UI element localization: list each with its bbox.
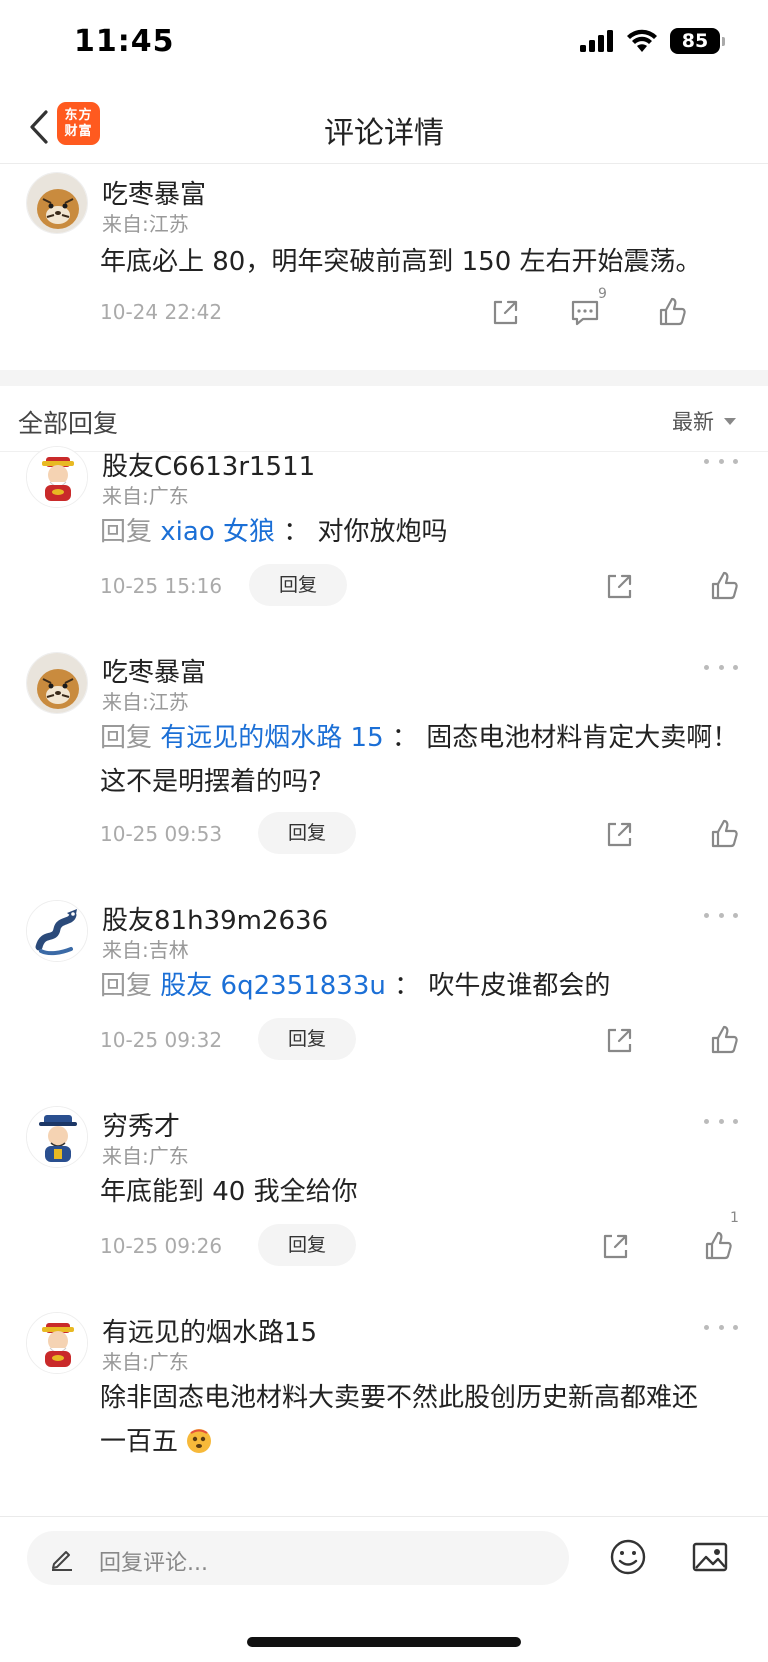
signal-icon: [580, 30, 613, 52]
avatar[interactable]: [26, 446, 88, 508]
reply-target-link[interactable]: xiao 女狼: [160, 517, 275, 547]
like-icon[interactable]: [706, 816, 742, 852]
share-icon[interactable]: [602, 568, 638, 604]
battery-indicator: 85: [670, 28, 725, 54]
like-icon[interactable]: [700, 1228, 736, 1264]
dizzy-face-emoji-icon: [187, 1429, 212, 1453]
share-icon[interactable]: [598, 1228, 634, 1264]
page-title: 评论详情: [324, 116, 444, 151]
dragon-avatar-icon: [27, 901, 87, 961]
status-icons: 85: [580, 28, 725, 54]
reply-item: 股友C6613r1511 来自:广东 回复 xiao 女狼 ： 对你放炮吗 10…: [0, 446, 768, 642]
more-icon[interactable]: [704, 910, 738, 920]
reply-separator: ：: [283, 517, 310, 547]
location: 来自:广东: [102, 1350, 189, 1374]
pencil-icon: [52, 1551, 72, 1571]
like-icon[interactable]: [706, 1022, 742, 1058]
username[interactable]: 穷秀才: [102, 1106, 180, 1143]
reply-item: 股友81h39m2636 来自:吉林 回复 股友 6q2351833u ： 吹牛…: [0, 900, 768, 1096]
wifi-icon: [627, 29, 657, 52]
emoji-icon[interactable]: [608, 1537, 648, 1577]
reply-button[interactable]: 回复: [258, 1018, 356, 1060]
more-icon[interactable]: [704, 456, 738, 466]
reply-button[interactable]: 回复: [258, 812, 356, 854]
reply-text: 对你放炮吗: [317, 517, 448, 547]
sort-label: 最新: [672, 410, 714, 434]
reply-content: 回复 股友 6q2351833u ： 吹牛皮谁都会的: [100, 964, 740, 1008]
location: 来自:江苏: [102, 690, 189, 714]
reply-prefix: 回复: [100, 517, 153, 547]
share-icon[interactable]: [602, 1022, 638, 1058]
caret-down-icon: [724, 417, 736, 425]
like-count: 1: [730, 1210, 739, 1226]
reply-content-line2: 一百五: [100, 1420, 740, 1464]
timestamp: 10-25 09:26: [100, 1234, 223, 1258]
username[interactable]: 吃枣暴富: [102, 652, 206, 689]
username[interactable]: 股友81h39m2636: [102, 900, 328, 937]
section-divider: [0, 370, 768, 386]
reply-target-link[interactable]: 股友 6q2351833u: [160, 971, 386, 1001]
reply-item: 穷秀才 来自:广东 年底能到 40 我全给你 10-25 09:26 回复 1: [0, 1106, 768, 1302]
like-icon[interactable]: [706, 568, 742, 604]
timestamp: 10-25 09:32: [100, 1028, 223, 1052]
timestamp: 10-25 09:53: [100, 822, 223, 846]
username[interactable]: 股友C6613r1511: [102, 446, 315, 483]
username[interactable]: 有远见的烟水路15: [102, 1312, 317, 1349]
replies-header: 全部回复 最新: [0, 386, 768, 452]
tiger-avatar-icon: [27, 173, 87, 233]
reply-separator: ：: [391, 723, 418, 753]
reply-content: 回复 xiao 女狼 ： 对你放炮吗: [100, 510, 740, 554]
home-indicator: [247, 1637, 521, 1647]
share-icon[interactable]: [602, 816, 638, 852]
nav-bar: 东方 财富 评论详情: [0, 90, 768, 164]
bottom-bar: 回复评论...: [0, 1516, 768, 1662]
status-time: 11:45: [74, 24, 175, 59]
caishen-avatar-icon: [27, 447, 87, 507]
reply-count: 9: [598, 286, 607, 302]
tiger-avatar-icon: [27, 653, 87, 713]
reply-content-line2-text: 一百五: [100, 1427, 179, 1457]
timestamp: 10-24 22:42: [100, 300, 223, 324]
comment-input[interactable]: 回复评论...: [27, 1531, 569, 1585]
reply-content: 除非固态电池材料大卖要不然此股创历史新高都难还: [100, 1383, 699, 1413]
caishen-avatar-icon: [27, 1313, 87, 1373]
reply-prefix: 回复: [100, 971, 153, 1001]
avatar[interactable]: [26, 1312, 88, 1374]
reply-item: 有远见的烟水路15 来自:广东 除非固态电池材料大卖要不然此股创历史新高都难还 …: [0, 1312, 768, 1514]
location: 来自:广东: [102, 1144, 189, 1168]
reply-content: 回复 有远见的烟水路 15 ： 固态电池材料肯定大卖啊！: [100, 716, 740, 760]
reply-button[interactable]: 回复: [249, 564, 347, 606]
replies-title: 全部回复: [18, 409, 119, 438]
main-comment: 吃枣暴富 来自:江苏 年底必上 80，明年突破前高到 150 左右开始震荡。 1…: [0, 164, 768, 370]
status-bar: 11:45 85: [0, 0, 768, 90]
username[interactable]: 吃枣暴富: [102, 174, 206, 211]
image-icon[interactable]: [690, 1537, 730, 1577]
location: 来自:广东: [102, 484, 189, 508]
share-icon[interactable]: [488, 294, 524, 330]
comment-content: 年底必上 80，明年突破前高到 150 左右开始震荡。: [100, 247, 702, 277]
reply-item: 吃枣暴富 来自:江苏 回复 有远见的烟水路 15 ： 固态电池材料肯定大卖啊！ …: [0, 652, 768, 890]
reply-content: 年底能到 40 我全给你: [100, 1177, 358, 1207]
location: 来自:江苏: [102, 212, 189, 236]
more-icon[interactable]: [704, 662, 738, 672]
more-icon[interactable]: [704, 1322, 738, 1332]
reply-text: 固态电池材料肯定大卖啊！: [426, 723, 739, 753]
reply-target-link[interactable]: 有远见的烟水路 15: [160, 723, 383, 753]
reply-content-line2: 这不是明摆着的吗?: [100, 767, 322, 797]
input-placeholder: 回复评论...: [99, 1551, 208, 1576]
scholar-avatar-icon: [27, 1107, 87, 1167]
avatar[interactable]: [26, 900, 88, 962]
reply-separator: ：: [394, 971, 421, 1001]
location: 来自:吉林: [102, 938, 189, 962]
reply-prefix: 回复: [100, 723, 153, 753]
avatar[interactable]: [26, 1106, 88, 1168]
avatar[interactable]: [26, 172, 88, 234]
reply-button[interactable]: 回复: [258, 1224, 356, 1266]
reply-text: 吹牛皮谁都会的: [428, 971, 611, 1001]
like-icon[interactable]: [654, 294, 690, 330]
more-icon[interactable]: [704, 1116, 738, 1126]
timestamp: 10-25 15:16: [100, 574, 223, 598]
avatar[interactable]: [26, 652, 88, 714]
sort-dropdown[interactable]: 最新: [672, 406, 736, 436]
